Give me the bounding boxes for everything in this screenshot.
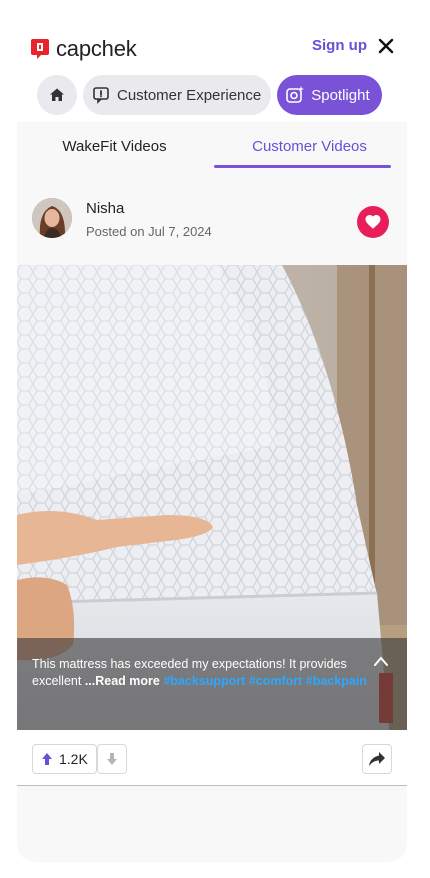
upvote-button[interactable]: 1.2K bbox=[32, 744, 97, 774]
chip-customer-experience[interactable]: Customer Experience bbox=[83, 75, 272, 115]
post-date: Posted on Jul 7, 2024 bbox=[86, 224, 212, 239]
chip-label: Spotlight bbox=[311, 86, 370, 104]
logo-text: capchek bbox=[56, 36, 137, 61]
home-chip[interactable] bbox=[37, 75, 77, 115]
video-thumbnail[interactable]: This mattress has exceeded my expectatio… bbox=[17, 265, 407, 730]
content-card: WakeFit Videos Customer Videos Nisha Pos… bbox=[17, 122, 407, 862]
upvote-count: 1.2K bbox=[59, 751, 88, 767]
sparkle-camera-icon bbox=[285, 85, 305, 105]
like-button[interactable] bbox=[357, 206, 389, 238]
tab-customer-videos[interactable]: Customer Videos bbox=[212, 122, 407, 170]
read-more-link[interactable]: ...Read more bbox=[85, 674, 160, 688]
capchek-logo-icon bbox=[31, 39, 49, 59]
downvote-button[interactable] bbox=[97, 744, 127, 774]
share-button[interactable] bbox=[362, 744, 392, 774]
app-header: capchek Sign up bbox=[0, 0, 430, 72]
post-header: Nisha Posted on Jul 7, 2024 bbox=[17, 186, 407, 242]
chip-label: Customer Experience bbox=[117, 86, 262, 104]
home-icon bbox=[50, 88, 64, 101]
hashtag-backpain[interactable]: #backpain bbox=[306, 674, 367, 688]
avatar[interactable] bbox=[32, 198, 72, 238]
chip-spotlight[interactable]: Spotlight bbox=[277, 75, 382, 115]
hashtag-backsupport[interactable]: #backsupport bbox=[163, 674, 245, 688]
category-chips: Customer Experience Spotlight bbox=[37, 75, 382, 115]
capchek-logo[interactable]: capchek bbox=[30, 36, 137, 62]
post-actions: 1.2K bbox=[17, 730, 407, 786]
author-name[interactable]: Nisha bbox=[86, 200, 124, 217]
share-icon bbox=[369, 752, 385, 766]
signup-link[interactable]: Sign up bbox=[312, 37, 367, 54]
video-caption: This mattress has exceeded my expectatio… bbox=[17, 638, 407, 730]
close-icon[interactable] bbox=[376, 36, 396, 56]
chat-badge-icon bbox=[91, 85, 111, 105]
video-tabs: WakeFit Videos Customer Videos bbox=[17, 122, 407, 170]
chevron-up-icon[interactable] bbox=[373, 655, 389, 667]
arrow-up-icon bbox=[42, 753, 52, 765]
hashtag-comfort[interactable]: #comfort bbox=[249, 674, 302, 688]
heart-icon bbox=[365, 214, 381, 229]
arrow-down-icon bbox=[107, 753, 117, 765]
tab-wakefit-videos[interactable]: WakeFit Videos bbox=[17, 122, 212, 170]
